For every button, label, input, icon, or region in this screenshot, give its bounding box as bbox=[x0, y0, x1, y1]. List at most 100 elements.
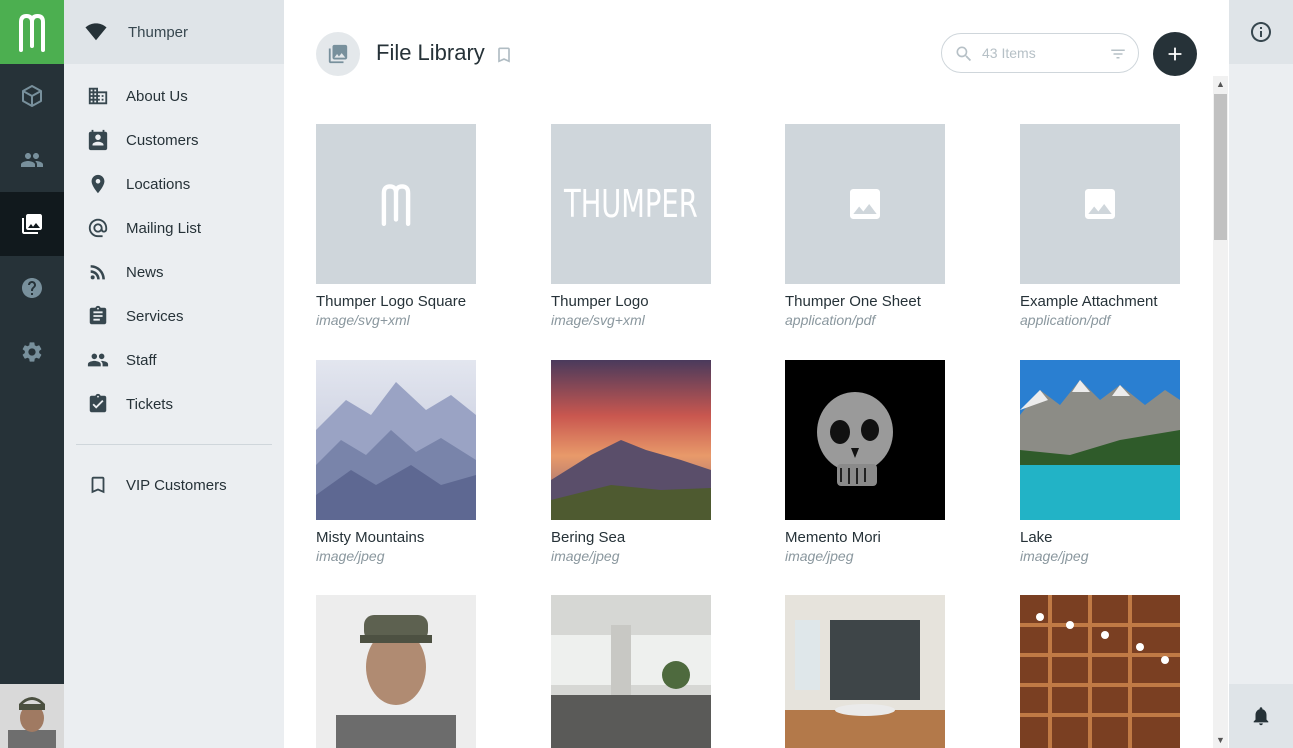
memento-mori-photo bbox=[785, 360, 945, 520]
file-card[interactable]: Example Attachment application/pdf bbox=[1020, 124, 1180, 328]
file-card[interactable] bbox=[316, 595, 476, 748]
file-thumbnail bbox=[316, 595, 476, 748]
scrollbar-thumb[interactable] bbox=[1214, 94, 1227, 240]
file-thumbnail bbox=[785, 124, 945, 284]
file-thumbnail bbox=[785, 360, 945, 520]
info-button[interactable] bbox=[1229, 0, 1293, 64]
file-thumbnail bbox=[1020, 595, 1180, 748]
bookshelves-photo bbox=[1020, 595, 1180, 748]
file-card[interactable]: THUMPER Thumper Logo image/svg+xml bbox=[551, 124, 711, 328]
add-file-button[interactable] bbox=[1153, 32, 1197, 76]
file-name: Lake bbox=[1020, 529, 1053, 546]
nav-divider bbox=[76, 444, 272, 445]
file-name: Memento Mori bbox=[785, 529, 881, 546]
rail-help-button[interactable] bbox=[0, 256, 64, 320]
office-photo bbox=[551, 595, 711, 748]
nav-item-about-us[interactable]: About Us bbox=[64, 74, 284, 118]
at-sign-icon bbox=[88, 218, 108, 238]
file-card[interactable]: Memento Mori image/jpeg bbox=[785, 360, 945, 564]
file-thumbnail: THUMPER bbox=[551, 124, 711, 284]
filter-icon bbox=[1111, 49, 1125, 59]
location-pin-icon bbox=[91, 174, 105, 194]
file-thumbnail bbox=[785, 595, 945, 748]
file-type: image/jpeg bbox=[1020, 548, 1089, 564]
file-name: Thumper Logo Square bbox=[316, 293, 467, 310]
nav-item-vip-customers[interactable]: VIP Customers bbox=[64, 463, 284, 507]
people-icon bbox=[87, 353, 109, 367]
search-input[interactable] bbox=[982, 43, 1092, 63]
scroll-down-arrow[interactable]: ▼ bbox=[1213, 732, 1228, 748]
nav-item-mailing-list[interactable]: Mailing List bbox=[64, 206, 284, 250]
scrollbar[interactable]: ▲ ▼ bbox=[1213, 76, 1228, 748]
wifi-icon bbox=[85, 23, 107, 41]
file-type: application/pdf bbox=[785, 312, 876, 328]
file-card[interactable] bbox=[785, 595, 945, 748]
rail-settings-button[interactable] bbox=[0, 320, 64, 384]
file-card[interactable]: Bering Sea image/jpeg bbox=[551, 360, 711, 564]
file-thumbnail bbox=[316, 360, 476, 520]
nav-list: About Us Customers Locations Mailing Lis… bbox=[64, 64, 284, 426]
file-type: image/svg+xml bbox=[316, 312, 410, 328]
workspace-header[interactable]: Thumper bbox=[64, 0, 284, 64]
rail-people-button[interactable] bbox=[0, 128, 64, 192]
nav-item-services[interactable]: Services bbox=[64, 294, 284, 338]
nav-item-tickets[interactable]: Tickets bbox=[64, 382, 284, 426]
m-logo-icon bbox=[19, 13, 45, 52]
file-card[interactable] bbox=[551, 595, 711, 748]
bookmark-icon bbox=[91, 476, 105, 494]
file-type: application/pdf bbox=[1020, 312, 1111, 328]
right-rail bbox=[1229, 0, 1293, 748]
app-rail bbox=[0, 0, 64, 748]
clipboard-icon bbox=[89, 305, 107, 325]
file-name: Thumper Logo bbox=[551, 293, 649, 310]
page-title: File Library bbox=[376, 40, 485, 65]
rss-icon bbox=[90, 265, 105, 280]
m-logo-icon bbox=[381, 184, 411, 226]
rail-library-button[interactable] bbox=[0, 192, 64, 256]
portrait-photo bbox=[316, 595, 476, 748]
file-name: Bering Sea bbox=[551, 529, 626, 546]
lake-photo bbox=[1020, 360, 1180, 520]
help-icon bbox=[22, 278, 42, 298]
file-card[interactable]: Lake image/jpeg bbox=[1020, 360, 1180, 564]
file-name: Misty Mountains bbox=[316, 529, 425, 546]
file-thumbnail bbox=[1020, 124, 1180, 284]
file-thumbnail bbox=[1020, 360, 1180, 520]
thumper-wordmark: THUMPER bbox=[564, 182, 698, 226]
nav-item-locations[interactable]: Locations bbox=[64, 162, 284, 206]
misty-mountains-photo bbox=[316, 360, 476, 520]
file-card[interactable]: Misty Mountains image/jpeg bbox=[316, 360, 476, 564]
app-logo[interactable] bbox=[0, 0, 64, 64]
file-card[interactable] bbox=[1020, 595, 1180, 748]
nav-item-news[interactable]: News bbox=[64, 250, 284, 294]
file-type: image/jpeg bbox=[316, 548, 385, 564]
file-card[interactable]: Thumper Logo Square image/svg+xml bbox=[316, 124, 476, 328]
file-thumbnail bbox=[316, 124, 476, 284]
file-card[interactable]: Thumper One Sheet application/pdf bbox=[785, 124, 945, 328]
user-avatar-photo bbox=[0, 684, 64, 748]
file-type: image/jpeg bbox=[785, 548, 854, 564]
user-avatar[interactable] bbox=[0, 684, 64, 748]
people-icon bbox=[21, 153, 43, 167]
clipboard-check-icon bbox=[89, 393, 107, 413]
notifications-button[interactable] bbox=[1229, 684, 1293, 748]
bering-sea-photo bbox=[551, 360, 711, 520]
file-thumbnail bbox=[551, 360, 711, 520]
settings-icon bbox=[22, 342, 42, 362]
scroll-up-arrow[interactable]: ▲ bbox=[1213, 76, 1228, 92]
file-type: image/svg+xml bbox=[551, 312, 645, 328]
file-name: Thumper One Sheet bbox=[785, 293, 921, 310]
photo-library-icon bbox=[22, 214, 42, 234]
nav-item-staff[interactable]: Staff bbox=[64, 338, 284, 382]
rail-cube-button[interactable] bbox=[0, 64, 64, 128]
bookmark-outline-icon bbox=[498, 47, 510, 63]
file-type: image/jpeg bbox=[551, 548, 620, 564]
bell-icon bbox=[1253, 707, 1269, 726]
workspace-name: Thumper bbox=[128, 23, 189, 41]
main-content: File Library Thumper Logo Square image/s… bbox=[284, 0, 1229, 748]
page-icon bbox=[316, 32, 360, 76]
bookmark-button[interactable] bbox=[494, 45, 514, 70]
filter-button[interactable] bbox=[1108, 45, 1128, 68]
nav-item-customers[interactable]: Customers bbox=[64, 118, 284, 162]
photo-library-icon bbox=[328, 44, 348, 64]
